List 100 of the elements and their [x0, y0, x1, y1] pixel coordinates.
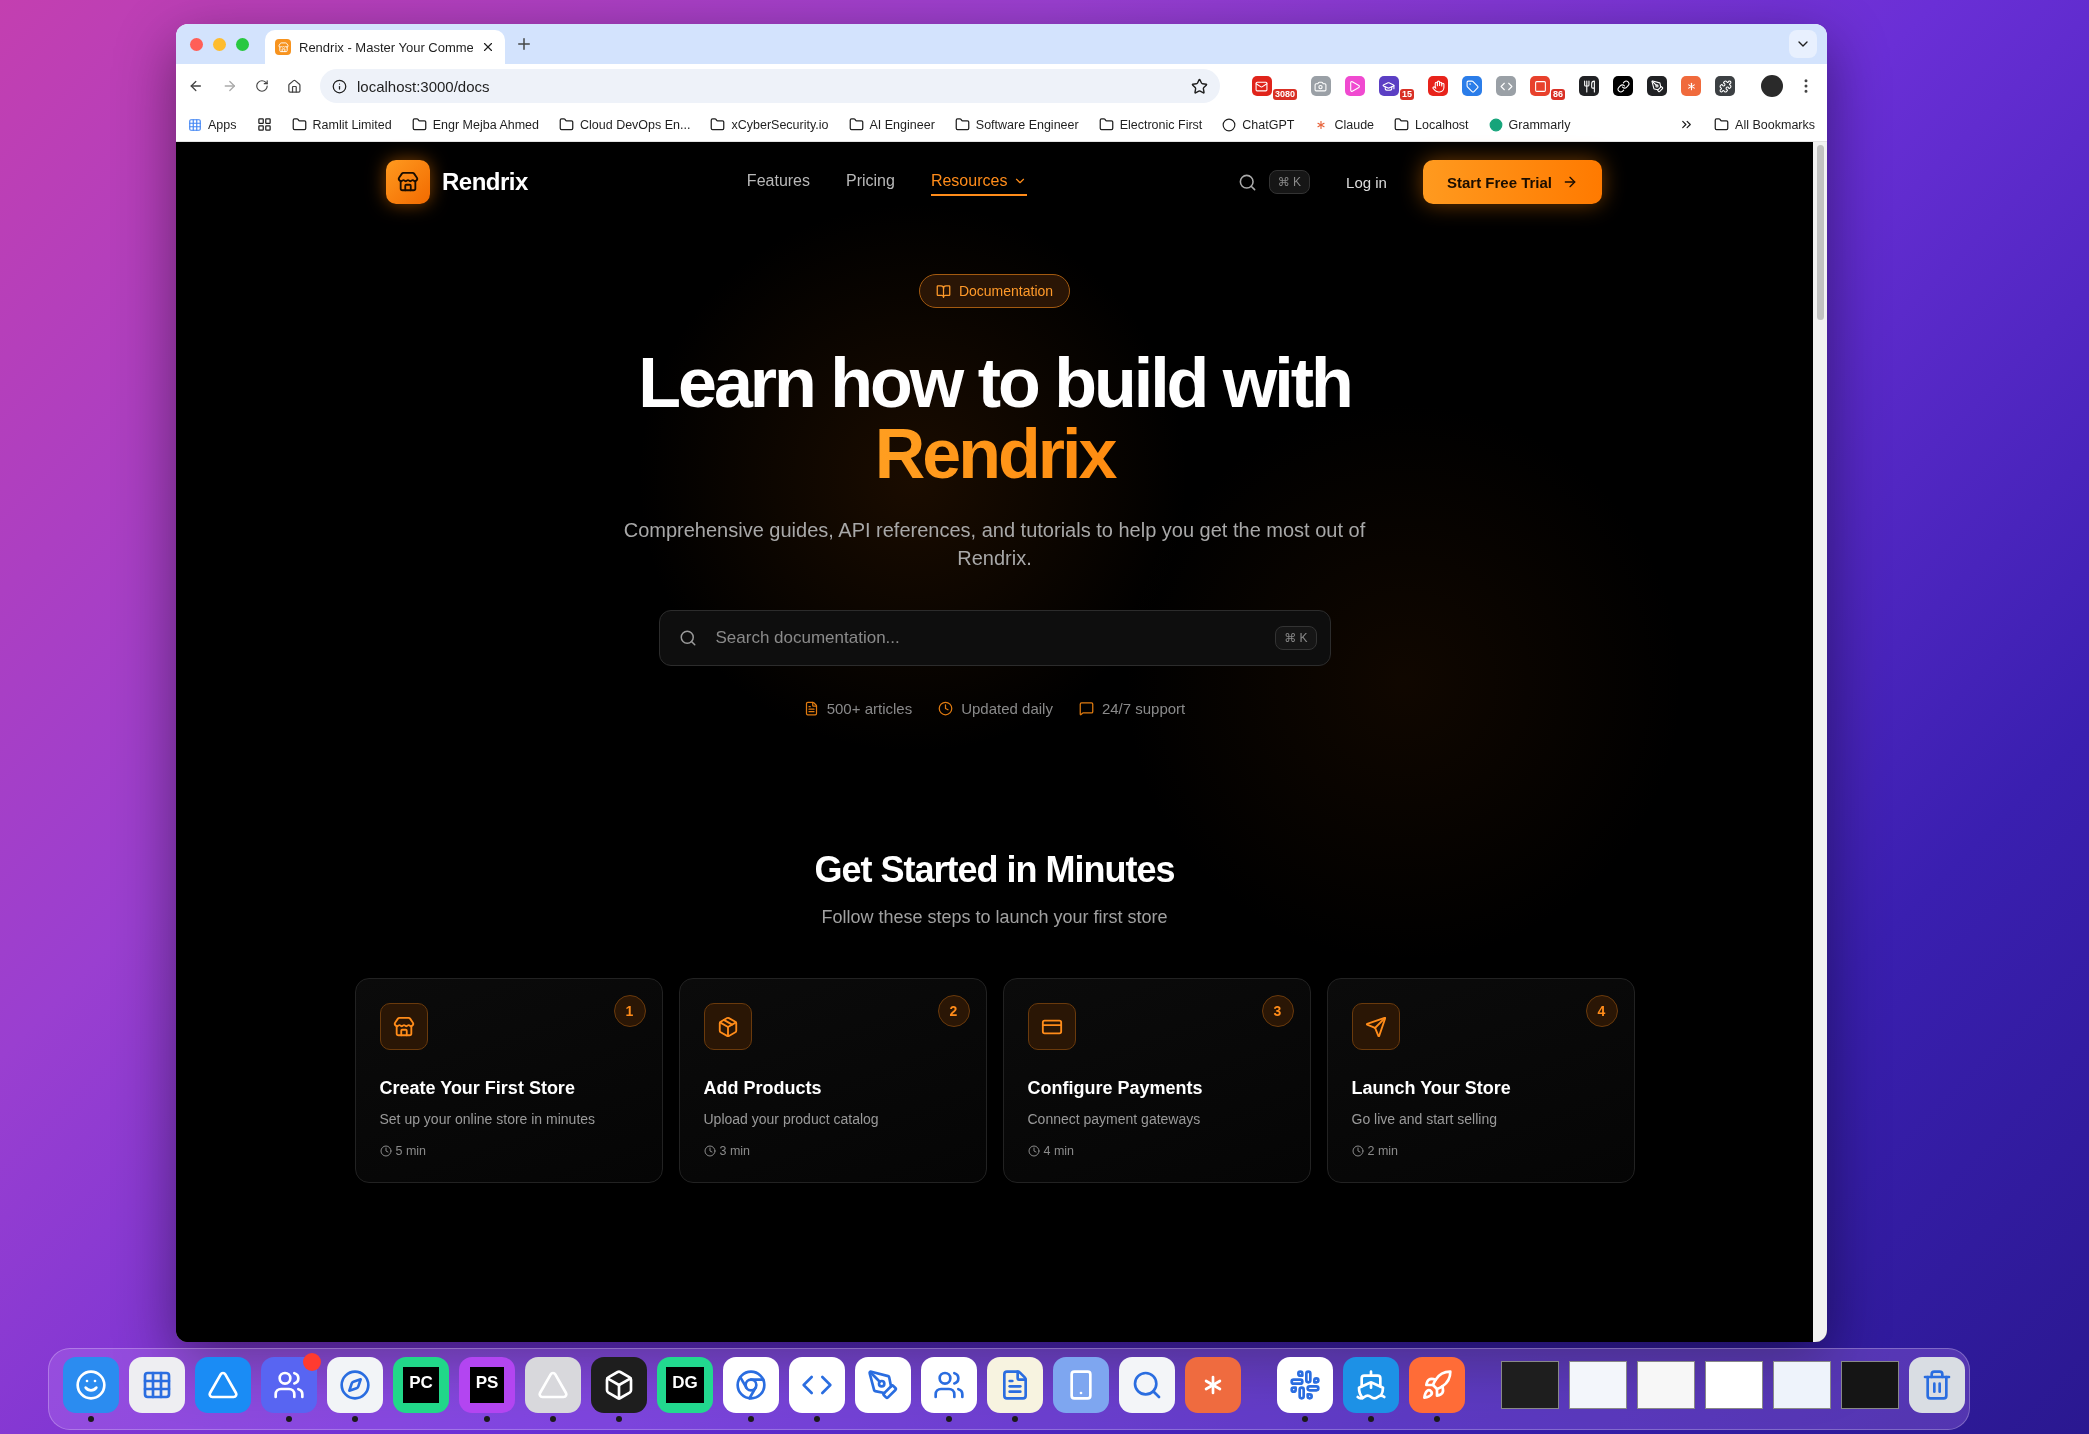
window-thumbnail[interactable] — [1501, 1361, 1559, 1409]
utensils-icon[interactable] — [1579, 76, 1599, 96]
step-description: Go live and start selling — [1351, 1111, 1499, 1127]
step-card[interactable]: 2 Add Products Upload your product catalog 3 min — [678, 978, 987, 1183]
app-icon[interactable] — [1277, 1356, 1333, 1413]
app-icon[interactable] — [987, 1356, 1043, 1413]
bookmark-link[interactable]: Ramlit Limited — [312, 117, 392, 132]
app-icon[interactable] — [1119, 1357, 1175, 1413]
hand-icon[interactable] — [1428, 76, 1448, 96]
tab-search-button[interactable] — [1789, 30, 1817, 58]
app-icon[interactable] — [591, 1356, 647, 1413]
close-icon[interactable] — [481, 40, 495, 54]
brand-name[interactable]: Rendrix — [442, 168, 528, 196]
bookmark-link[interactable]: All Bookmarks — [1735, 117, 1815, 132]
headline: Learn how to build with — [638, 348, 1351, 419]
app-icon[interactable] — [1909, 1357, 1965, 1413]
folder-icon — [1394, 117, 1410, 132]
bookmark-link[interactable]: Localhost — [1415, 117, 1469, 132]
grid-icon[interactable] — [256, 117, 272, 132]
app-icon[interactable] — [1343, 1356, 1399, 1413]
folder-icon — [1098, 117, 1114, 132]
graduation-cap-icon[interactable] — [1379, 76, 1399, 96]
clock-icon — [938, 701, 954, 716]
window-thumbnail[interactable] — [1773, 1361, 1831, 1409]
search-icon[interactable] — [1237, 172, 1257, 192]
new-tab-icon[interactable] — [515, 35, 533, 53]
bookmark-link[interactable]: Grammarly — [1508, 117, 1571, 132]
app-icon[interactable] — [1409, 1356, 1465, 1413]
bookmark-link[interactable]: ChatGPT — [1242, 117, 1295, 132]
play-icon[interactable] — [1345, 76, 1365, 96]
step-card[interactable]: 3 Configure Payments Connect payment gateways 4 min — [1002, 978, 1311, 1183]
stat-label: Updated daily — [961, 700, 1053, 717]
app-icon[interactable] — [921, 1356, 977, 1413]
app-icon[interactable] — [525, 1356, 581, 1413]
square-icon[interactable] — [1530, 76, 1550, 96]
pen-icon[interactable] — [1647, 76, 1667, 96]
step-number: 1 — [613, 995, 646, 1027]
step-title: Add Products — [703, 1078, 823, 1099]
extension-badge: 86 — [1551, 89, 1565, 100]
app-icon[interactable]: PC — [393, 1357, 449, 1413]
store-icon[interactable] — [386, 160, 430, 204]
home-icon[interactable] — [287, 77, 302, 95]
reload-icon[interactable] — [255, 78, 270, 94]
apps-icon — [188, 117, 202, 132]
app-icon[interactable] — [261, 1356, 317, 1413]
app-icon[interactable] — [855, 1357, 911, 1413]
extensions-icon[interactable] — [1715, 76, 1735, 96]
bookmark-link[interactable]: Electronic First — [1119, 117, 1203, 132]
app-icon[interactable] — [327, 1356, 383, 1413]
bookmark-link[interactable]: AI Engineer — [869, 117, 935, 132]
card-icon — [1027, 1003, 1076, 1050]
bookmark-link[interactable]: xCyberSecurity.io — [731, 117, 829, 132]
bookmark-link[interactable]: Cloud DevOps En... — [580, 117, 691, 132]
tag-icon[interactable] — [1462, 76, 1482, 96]
bookmark-link[interactable]: Software Engineer — [975, 117, 1079, 132]
code-icon[interactable] — [1496, 76, 1516, 96]
folder-icon — [848, 117, 864, 132]
app-icon[interactable] — [1185, 1357, 1241, 1413]
asterisk-icon[interactable] — [1681, 76, 1701, 96]
section-title: Get Started in Minutes — [814, 849, 1175, 891]
camera-icon[interactable] — [1311, 76, 1331, 96]
step-card[interactable]: 1 Create Your First Store Set up your online store in minutes 5 min — [354, 978, 663, 1183]
window-thumbnail[interactable] — [1637, 1361, 1695, 1409]
chat-icon — [1078, 701, 1094, 716]
step-title: Create Your First Store — [379, 1078, 576, 1099]
link-icon[interactable] — [1613, 76, 1633, 96]
start-trial-button[interactable]: Start Free Trial — [1422, 160, 1602, 204]
bookmark-link[interactable]: Engr Mejba Ahmed — [432, 117, 539, 132]
store-icon — [379, 1003, 428, 1050]
login-link[interactable]: Log in — [1346, 173, 1387, 191]
shortcut-hint: ⌘ K — [1275, 626, 1317, 650]
app-icon[interactable]: PS — [459, 1356, 515, 1413]
nav-link[interactable]: Pricing — [846, 168, 895, 196]
app-icon[interactable] — [723, 1356, 779, 1413]
app-icon[interactable]: DG — [657, 1357, 713, 1413]
step-number: 2 — [937, 995, 970, 1027]
mail-icon[interactable] — [1251, 76, 1272, 96]
clock-icon — [379, 1145, 392, 1157]
step-description: Set up your online store in minutes — [379, 1111, 597, 1127]
bookmark-link[interactable]: Claude — [1334, 117, 1375, 132]
window-thumbnail[interactable] — [1569, 1361, 1627, 1409]
profile-avatar[interactable] — [1761, 75, 1783, 97]
nav-link[interactable]: Features — [746, 168, 810, 196]
bookmark-link[interactable]: Apps — [208, 117, 237, 132]
step-title: Launch Your Store — [1351, 1078, 1512, 1099]
shortcut-hint: ⌘ K — [1268, 170, 1311, 194]
stat-label: 24/7 support — [1101, 700, 1186, 717]
step-card[interactable]: 4 Launch Your Store Go live and start selling 2 min — [1326, 978, 1635, 1183]
nav-link[interactable]: Resources — [930, 168, 1028, 196]
window-thumbnail[interactable] — [1841, 1361, 1899, 1409]
folder-icon — [559, 117, 574, 132]
scrollbar[interactable] — [1813, 142, 1827, 1342]
step-duration: 4 min — [1043, 1144, 1075, 1158]
app-icon[interactable] — [789, 1356, 845, 1413]
browser-tab[interactable]: Rendrix - Master Your Comme — [265, 30, 505, 64]
box-icon — [703, 1003, 752, 1050]
address-bar[interactable]: localhost:3000/docs — [319, 69, 1220, 103]
bookmark-star-icon[interactable] — [1190, 77, 1208, 95]
window-thumbnail[interactable] — [1705, 1361, 1763, 1409]
app-icon[interactable] — [1053, 1357, 1109, 1413]
